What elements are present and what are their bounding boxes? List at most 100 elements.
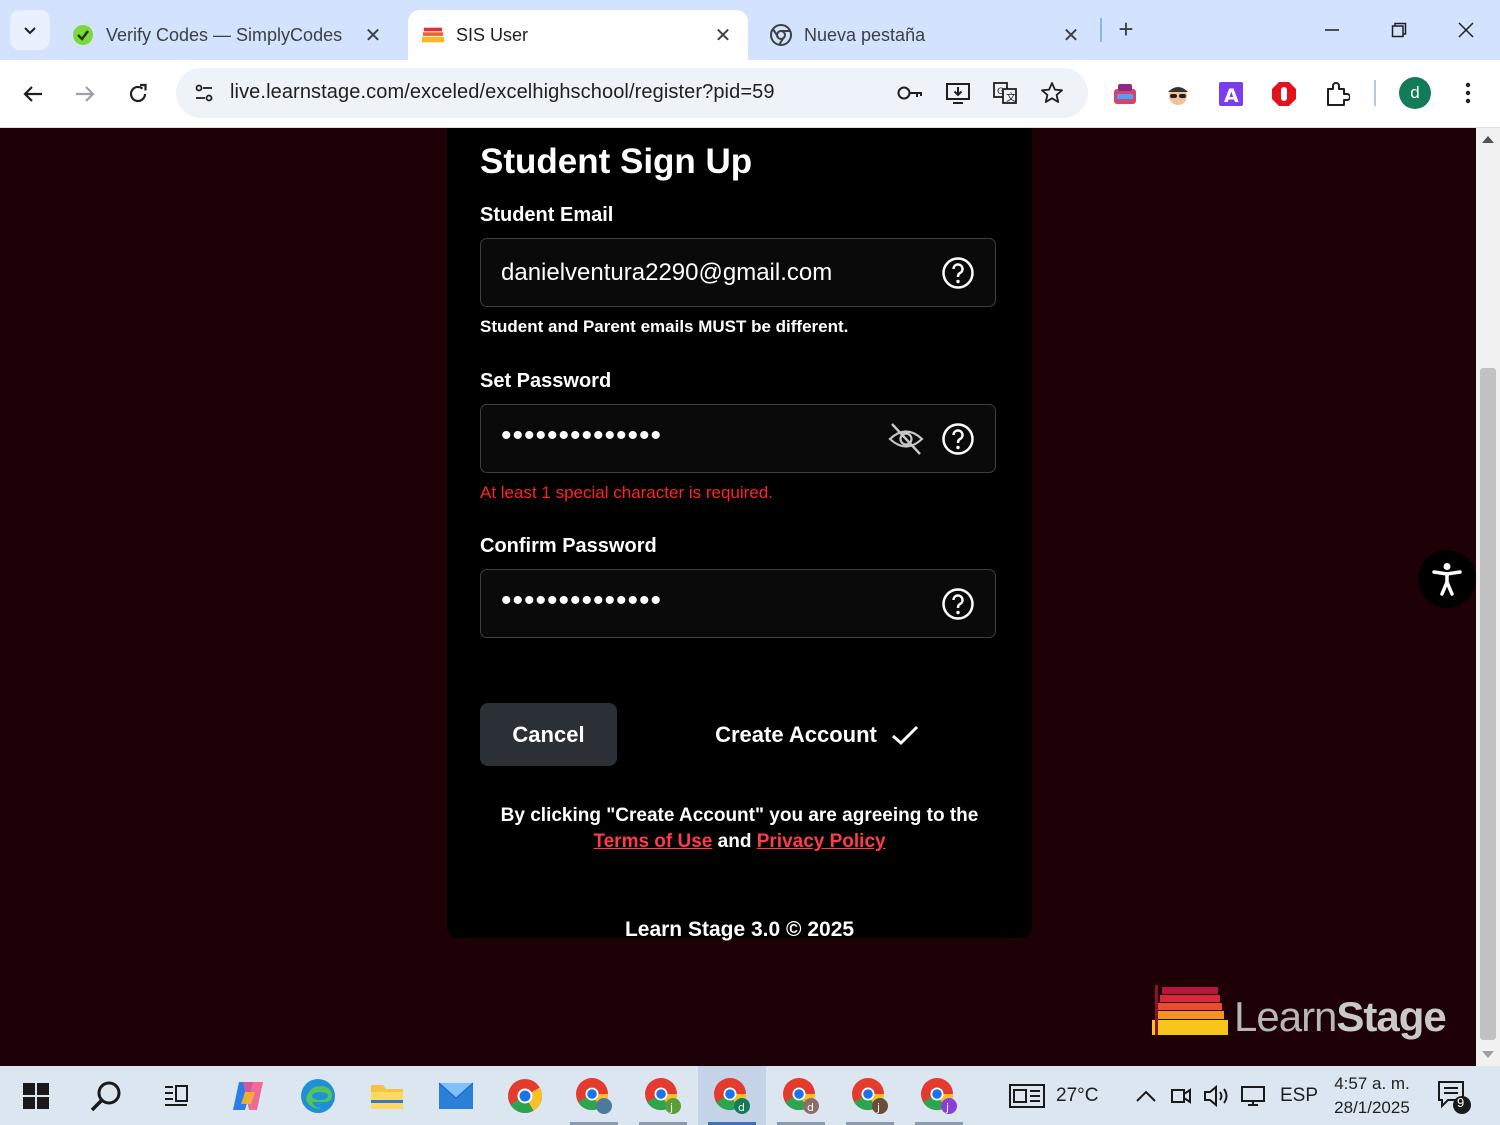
notification-icon: [1438, 1080, 1471, 1114]
clock[interactable]: 4:57 a. m. 28/1/2025: [1320, 1072, 1424, 1120]
speaker-icon: [1204, 1084, 1228, 1107]
tab-separator: [1100, 18, 1102, 42]
tab-new-tab[interactable]: Nueva pestaña ✕: [756, 10, 1096, 60]
install-app-icon[interactable]: [941, 77, 975, 109]
close-icon[interactable]: ✕: [1058, 22, 1084, 48]
task-view-icon: [165, 1084, 188, 1106]
svg-text:d: d: [807, 1101, 814, 1114]
extension-a-icon[interactable]: A: [1214, 77, 1248, 111]
clock-date: 28/1/2025: [1334, 1098, 1410, 1117]
and-text: and: [717, 831, 752, 852]
tab-search-button[interactable]: [10, 10, 50, 50]
file-explorer-button[interactable]: [353, 1066, 421, 1125]
footer-copyright: Learn Stage 3.0 © 2025: [624, 918, 855, 941]
translate-icon[interactable]: G文: [988, 77, 1022, 109]
extensions-puzzle-icon[interactable]: [1320, 77, 1354, 111]
chrome-profile-j-button[interactable]: j: [629, 1066, 697, 1125]
chrome-profile-j2-button[interactable]: j: [836, 1066, 904, 1125]
bookmark-star-icon[interactable]: [1035, 77, 1069, 109]
language-indicator[interactable]: ESP: [1280, 1066, 1318, 1125]
minimize-button[interactable]: [1304, 8, 1360, 52]
chrome-profile-icon: j: [852, 1077, 888, 1114]
chrome-profile-icon: d: [714, 1077, 750, 1114]
toolbar-separator: [1374, 80, 1376, 106]
copilot-button[interactable]: [214, 1066, 282, 1125]
search-button[interactable]: [72, 1066, 140, 1125]
mail-button[interactable]: [422, 1066, 490, 1125]
learnstage-logo: LearnStage: [1152, 983, 1452, 1043]
page-scrollbar[interactable]: [1476, 128, 1500, 1066]
chrome-profile-j3-button[interactable]: j: [905, 1066, 973, 1125]
network-button[interactable]: [1240, 1066, 1268, 1125]
agreement-sentence: By clicking "Create Account" you are agr…: [500, 805, 979, 826]
tab-sis-user[interactable]: SIS User ✕: [408, 10, 748, 60]
search-icon: [90, 1081, 121, 1111]
weather-icon: [1009, 1083, 1045, 1108]
cancel-button[interactable]: Cancel: [480, 703, 617, 766]
svg-text:j: j: [669, 1101, 673, 1114]
url-text[interactable]: live.learnstage.com/exceled/excelhighsch…: [230, 81, 775, 104]
chrome-profile-d2-button[interactable]: d: [767, 1066, 835, 1125]
tab-title: SIS User: [456, 24, 529, 45]
notifications-button[interactable]: 9: [1436, 1066, 1472, 1125]
tab-title: Nueva pestaña: [804, 24, 926, 45]
meet-now-button[interactable]: [1170, 1066, 1192, 1125]
tab-verify-codes[interactable]: Verify Codes — SimplyCodes ✕: [58, 10, 398, 60]
volume-button[interactable]: [1203, 1066, 1231, 1125]
copilot-icon: [233, 1081, 263, 1110]
windows-logo-icon: [23, 1082, 49, 1109]
terms-of-use-link[interactable]: Terms of Use: [593, 831, 712, 852]
privacy-policy-link[interactable]: Privacy Policy: [757, 831, 886, 852]
scroll-up-arrow[interactable]: [1482, 136, 1494, 143]
scroll-thumb[interactable]: [1480, 368, 1496, 1040]
chrome-button[interactable]: [491, 1066, 559, 1125]
clock-time: 4:57 a. m.: [1334, 1074, 1410, 1093]
card-actions: Cancel Create Account By clicking "Creat…: [447, 128, 1032, 941]
more-menu-icon[interactable]: [1454, 76, 1482, 110]
chrome-profile-icon: j: [921, 1077, 957, 1114]
task-view-button[interactable]: [142, 1066, 210, 1125]
browser-toolbar: live.learnstage.com/exceled/excelhighsch…: [0, 60, 1500, 128]
password-key-icon[interactable]: [893, 77, 927, 109]
start-button[interactable]: [2, 1066, 70, 1125]
weather-widget[interactable]: 27°C: [1008, 1066, 1098, 1125]
show-hidden-icons-button[interactable]: [1135, 1066, 1157, 1125]
network-icon: [1241, 1085, 1265, 1106]
forward-button[interactable]: [65, 74, 105, 114]
new-tab-button[interactable]: +: [1110, 13, 1142, 45]
chrome-profile-1-button[interactable]: [560, 1066, 628, 1125]
reload-button[interactable]: [118, 74, 158, 114]
agreement-text: By clicking "Create Account" you are agr…: [447, 803, 1032, 855]
extension-robot-icon[interactable]: [1108, 77, 1142, 111]
profile-avatar[interactable]: d: [1399, 77, 1431, 109]
chrome-profile-icon: j: [645, 1077, 681, 1114]
address-bar[interactable]: live.learnstage.com/exceled/excelhighsch…: [176, 68, 1088, 118]
restore-button[interactable]: [1371, 8, 1427, 52]
minimize-icon: [1325, 29, 1339, 31]
learnstage-books-icon: [1152, 985, 1228, 1035]
chrome-profile-d-button[interactable]: d: [698, 1066, 766, 1125]
chevron-up-icon: [1136, 1090, 1156, 1102]
tab-title: Verify Codes — SimplyCodes: [106, 24, 343, 45]
create-account-button[interactable]: Create Account: [707, 703, 927, 766]
create-account-label: Create Account: [715, 721, 877, 747]
window-close-button[interactable]: [1438, 8, 1494, 52]
close-icon[interactable]: ✕: [360, 22, 386, 48]
svg-text:A: A: [1224, 85, 1239, 107]
chrome-profile-icon: [576, 1077, 612, 1114]
chrome-icon: [508, 1078, 542, 1113]
extension-spy-icon[interactable]: [1161, 77, 1195, 111]
extension-adblock-icon[interactable]: [1267, 77, 1301, 111]
arrow-left-icon: [23, 86, 42, 102]
weather-temp: 27°C: [1056, 1084, 1099, 1106]
close-icon[interactable]: ✕: [710, 22, 736, 48]
back-button[interactable]: [13, 74, 53, 114]
brand-part1: Learn: [1234, 993, 1337, 1040]
mail-icon: [438, 1082, 474, 1109]
accessibility-button[interactable]: [1418, 550, 1476, 608]
edge-button[interactable]: [284, 1066, 352, 1125]
agreement-links: Terms of Use and Privacy Policy: [447, 829, 1032, 855]
svg-text:文: 文: [1006, 91, 1016, 104]
scroll-down-arrow[interactable]: [1482, 1051, 1494, 1058]
site-settings-icon[interactable]: [188, 77, 220, 109]
